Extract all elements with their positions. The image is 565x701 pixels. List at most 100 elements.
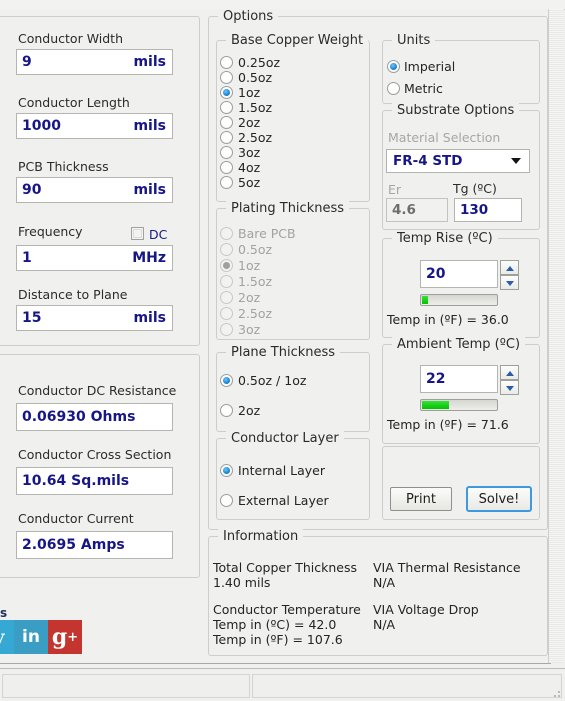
conductor-dc-resistance-output: 0.06930 Ohms <box>16 403 173 431</box>
conductor-width-input[interactable]: 9 mils <box>16 49 173 75</box>
vertical-scrollbar[interactable] <box>548 9 564 663</box>
distance-to-plane-unit: mils <box>133 310 166 326</box>
pcb-thickness-label: PCB Thickness <box>18 159 109 174</box>
scrollbar-track[interactable] <box>549 9 564 663</box>
radio-base-copper-1-5oz[interactable] <box>220 101 233 114</box>
radio-base-copper-1oz-label: 1oz <box>238 85 261 100</box>
radio-plane-0-5oz-1oz[interactable] <box>220 374 233 387</box>
radio-plating-bare-pcb[interactable] <box>220 227 233 240</box>
status-bar-pane-right <box>252 674 562 698</box>
resize-grip-icon[interactable] <box>550 687 562 699</box>
total-copper-thickness-value: 1.40 mils <box>213 575 271 590</box>
status-bar-pane-left <box>2 674 250 698</box>
temp-rise-stepper-up[interactable] <box>500 260 519 275</box>
conductor-dc-resistance-value: 0.06930 Ohms <box>22 409 136 425</box>
radio-units-metric[interactable] <box>387 82 400 95</box>
print-button[interactable]: Print <box>390 487 452 511</box>
radio-base-copper-0-25oz[interactable] <box>220 56 233 69</box>
radio-plating-1-5oz[interactable] <box>220 275 233 288</box>
er-input[interactable]: 4.6 <box>386 198 448 222</box>
googleplus-icon[interactable]: g + <box>48 620 82 654</box>
conductor-current-label: Conductor Current <box>18 511 134 526</box>
pcb-thickness-unit: mils <box>133 182 166 198</box>
temp-rise-stepper[interactable] <box>500 260 519 290</box>
solve-button[interactable]: Solve! <box>466 486 532 512</box>
conductor-temperature-celsius: Temp in (ºC) = 42.0 <box>213 617 337 632</box>
material-selection-label: Material Selection <box>388 130 501 145</box>
tg-input[interactable]: 130 <box>454 198 522 222</box>
ambient-temp-value: 22 <box>426 371 446 387</box>
ambient-temp-stepper-down[interactable] <box>500 380 519 395</box>
radio-plane-2oz-label: 2oz <box>238 403 261 418</box>
social-share-label: s <box>0 606 8 620</box>
radio-plating-1oz[interactable] <box>220 259 233 272</box>
conductor-cross-section-output: 10.64 Sq.mils <box>16 467 173 495</box>
radio-base-copper-3oz-label: 3oz <box>238 145 261 160</box>
temp-rise-readout: Temp in (ºF) = 36.0 <box>387 312 509 327</box>
conductor-temperature-fahrenheit: Temp in (ºF) = 107.6 <box>213 632 343 647</box>
radio-base-copper-4oz[interactable] <box>220 161 233 174</box>
radio-plating-1oz-label: 1oz <box>238 258 261 273</box>
radio-units-imperial[interactable] <box>387 60 400 73</box>
temp-rise-title: Temp Rise (ºC) <box>392 231 498 246</box>
via-voltage-drop-value: N/A <box>373 617 396 632</box>
radio-base-copper-2-5oz[interactable] <box>220 131 233 144</box>
temp-rise-stepper-down[interactable] <box>500 275 519 290</box>
options-group-title: Options <box>218 9 279 24</box>
radio-base-copper-0-5oz[interactable] <box>220 71 233 84</box>
ambient-temp-stepper-up[interactable] <box>500 365 519 380</box>
frequency-label: Frequency <box>18 224 83 239</box>
ambient-temp-title: Ambient Temp (ºC) <box>392 337 526 352</box>
chevron-down-icon <box>511 158 521 164</box>
conductor-length-value: 1000 <box>22 118 61 134</box>
radio-plating-2-5oz[interactable] <box>220 307 233 320</box>
radio-external-layer[interactable] <box>220 494 233 507</box>
radio-plating-2oz[interactable] <box>220 291 233 304</box>
er-label: Er <box>388 182 402 197</box>
pcb-thickness-input[interactable]: 90 mils <box>16 177 173 203</box>
radio-base-copper-3oz[interactable] <box>220 146 233 159</box>
ambient-temp-stepper[interactable] <box>500 365 519 395</box>
radio-units-metric-label: Metric <box>404 81 443 96</box>
conductor-temperature-heading: Conductor Temperature <box>213 602 361 617</box>
er-value: 4.6 <box>392 202 416 218</box>
frequency-input[interactable]: 1 MHz <box>16 245 173 271</box>
conductor-length-input[interactable]: 1000 mils <box>16 113 173 139</box>
radio-internal-layer[interactable] <box>220 464 233 477</box>
dc-checkbox-label: DC <box>149 227 168 242</box>
conductor-current-output: 2.0695 Amps <box>16 531 173 559</box>
distance-to-plane-value: 15 <box>22 310 42 326</box>
radio-plating-2-5oz-label: 2.5oz <box>238 306 273 321</box>
radio-plating-bare-pcb-label: Bare PCB <box>238 226 296 241</box>
ambient-temp-progress-fill <box>422 401 450 409</box>
radio-base-copper-5oz[interactable] <box>220 176 233 189</box>
ambient-temp-input[interactable]: 22 <box>420 365 498 393</box>
conductor-dc-resistance-label: Conductor DC Resistance <box>18 383 177 398</box>
radio-plane-2oz[interactable] <box>220 404 233 417</box>
material-selection-combo[interactable]: FR-4 STD <box>386 149 530 173</box>
radio-plating-0-5oz[interactable] <box>220 243 233 256</box>
linkedin-glyph: in <box>22 627 40 647</box>
conductor-width-value: 9 <box>22 54 32 70</box>
radio-base-copper-1oz[interactable] <box>220 86 233 99</box>
frequency-value: 1 <box>22 250 32 266</box>
radio-base-copper-4oz-label: 4oz <box>238 160 261 175</box>
radio-plating-3oz[interactable] <box>220 323 233 336</box>
radio-base-copper-2-5oz-label: 2.5oz <box>238 130 273 145</box>
radio-plating-0-5oz-label: 0.5oz <box>238 242 273 257</box>
pcb-thickness-value: 90 <box>22 182 42 198</box>
distance-to-plane-label: Distance to Plane <box>18 287 128 302</box>
linkedin-icon[interactable]: in <box>14 620 48 654</box>
material-selection-value: FR-4 STD <box>393 153 463 169</box>
status-bar <box>0 668 565 701</box>
temp-rise-input[interactable]: 20 <box>420 260 498 288</box>
distance-to-plane-input[interactable]: 15 mils <box>16 305 173 331</box>
radio-base-copper-2oz[interactable] <box>220 116 233 129</box>
frequency-unit: MHz <box>132 250 166 266</box>
radio-external-layer-label: External Layer <box>238 493 329 508</box>
information-title: Information <box>218 529 304 544</box>
plane-thickness-title: Plane Thickness <box>226 345 341 360</box>
total-copper-thickness-heading: Total Copper Thickness <box>213 560 357 575</box>
conductor-length-unit: mils <box>133 118 166 134</box>
dc-checkbox[interactable] <box>131 227 144 240</box>
